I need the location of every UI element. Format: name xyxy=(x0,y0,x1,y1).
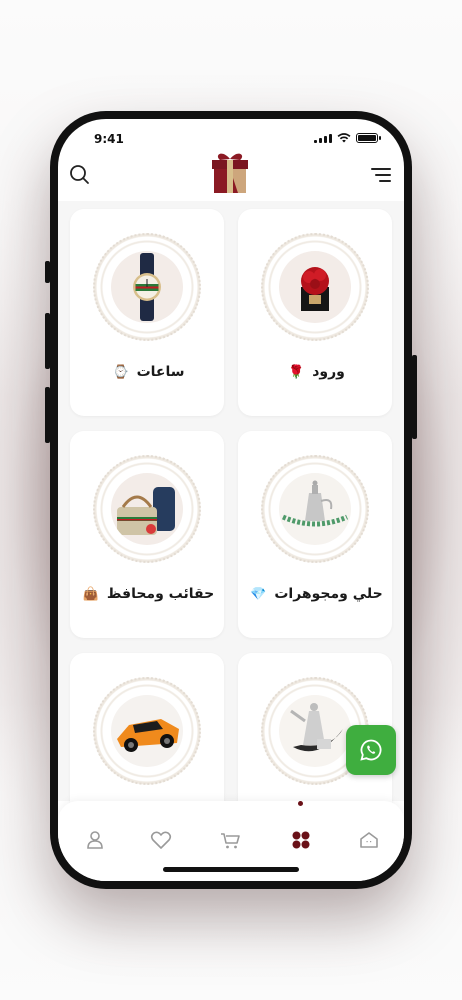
power-button xyxy=(412,355,417,439)
status-icons xyxy=(314,133,381,143)
home-indicator xyxy=(163,867,299,872)
category-image-frame xyxy=(89,673,205,789)
top-bar xyxy=(58,149,404,201)
nav-home[interactable] xyxy=(354,825,384,855)
category-image-frame xyxy=(257,229,373,345)
gem-icon: 💎 xyxy=(250,587,267,602)
nav-profile[interactable] xyxy=(80,825,110,855)
category-label: حقائب ومحافظ 👜 xyxy=(82,586,215,602)
whatsapp-icon xyxy=(360,739,382,761)
category-card-jewelry[interactable]: حلي ومجوهرات 💎 xyxy=(238,431,392,638)
bag-icon: 👜 xyxy=(82,587,100,602)
menu-icon xyxy=(371,168,391,182)
cars-image xyxy=(111,695,183,767)
battery-icon xyxy=(356,133,381,143)
rose-icon: 🌹 xyxy=(288,365,305,380)
category-grid: ورود 🌹 ساعات ⌚ حلي ومجوهرات 💎 حقائب ومحا… xyxy=(58,201,404,860)
category-card-watches[interactable]: ساعات ⌚ xyxy=(70,209,224,416)
jewelry-image xyxy=(279,473,351,545)
wishlist-icon xyxy=(150,831,172,849)
whatsapp-button[interactable] xyxy=(346,725,396,775)
category-image-frame xyxy=(89,229,205,345)
mute-switch xyxy=(45,261,50,283)
nav-cart[interactable] xyxy=(216,825,246,855)
app-screen: 9:41 ورود 🌹 ساعات ⌚ حلي ومجوهرات 💎 حقائب… xyxy=(58,119,404,881)
category-card-roses[interactable]: ورود 🌹 xyxy=(238,209,392,416)
watches-image xyxy=(111,251,183,323)
search-button[interactable] xyxy=(68,163,92,187)
volume-up-button xyxy=(45,313,50,369)
category-label: ورود 🌹 xyxy=(288,364,345,380)
volume-down-button xyxy=(45,387,50,443)
gift-box-logo xyxy=(212,153,248,193)
status-time: 9:41 xyxy=(94,132,124,146)
category-image-frame xyxy=(89,451,205,567)
wifi-icon xyxy=(337,133,351,143)
categories-icon xyxy=(292,831,310,849)
category-card-bags[interactable]: حقائب ومحافظ 👜 xyxy=(70,431,224,638)
roses-image xyxy=(279,251,351,323)
phone-frame: 9:41 ورود 🌹 ساعات ⌚ حلي ومجوهرات 💎 حقائب… xyxy=(45,111,417,889)
category-label: ساعات ⌚ xyxy=(112,364,185,380)
profile-icon xyxy=(87,831,103,849)
watch-icon: ⌚ xyxy=(112,365,129,380)
category-image-frame xyxy=(257,451,373,567)
active-indicator xyxy=(298,801,303,806)
signal-icon xyxy=(314,133,332,143)
cart-icon xyxy=(221,833,240,849)
nav-categories[interactable] xyxy=(286,825,316,855)
home-icon xyxy=(360,832,378,848)
category-label: حلي ومجوهرات 💎 xyxy=(250,586,383,602)
menu-button[interactable] xyxy=(370,165,392,185)
nav-wishlist[interactable] xyxy=(146,825,176,855)
bottom-navigation xyxy=(58,801,404,881)
bags-image xyxy=(111,473,183,545)
search-icon xyxy=(70,165,89,184)
dallah-image xyxy=(279,695,351,767)
